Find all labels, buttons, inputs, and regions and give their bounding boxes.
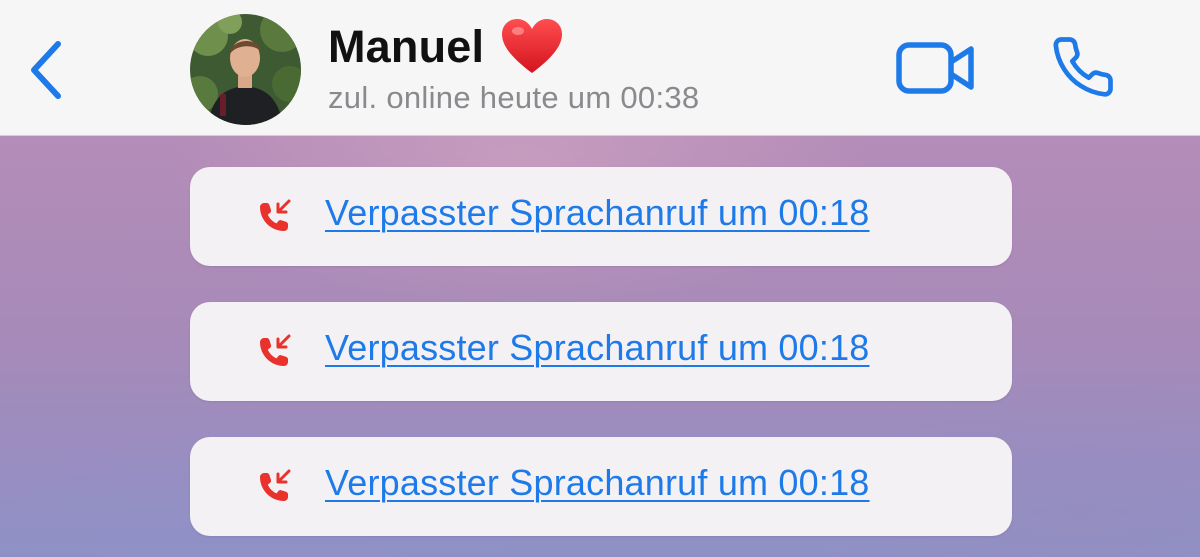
missed-call-icon bbox=[260, 469, 291, 501]
chat-header: Manuel zul. online heute um 00:38 bbox=[0, 0, 1200, 136]
voice-call-button[interactable] bbox=[1050, 34, 1116, 100]
video-call-button[interactable] bbox=[895, 40, 977, 96]
missed-call-text[interactable]: Verpasster Sprachanruf um 00:18 bbox=[325, 192, 870, 234]
chevron-left-icon bbox=[31, 41, 61, 99]
missed-call-icon bbox=[260, 334, 291, 366]
avatar[interactable] bbox=[190, 14, 301, 125]
heart-icon bbox=[500, 18, 564, 76]
contact-photo bbox=[190, 14, 301, 125]
missed-call-text[interactable]: Verpasster Sprachanruf um 00:18 bbox=[325, 462, 870, 504]
video-camera-icon bbox=[896, 42, 974, 94]
missed-call-text[interactable]: Verpasster Sprachanruf um 00:18 bbox=[325, 327, 870, 369]
phone-icon bbox=[1053, 37, 1113, 97]
contact-name[interactable]: Manuel bbox=[328, 18, 564, 76]
last-seen-status: zul. online heute um 00:38 bbox=[328, 80, 700, 115]
back-button[interactable] bbox=[24, 38, 68, 102]
missed-call-icon bbox=[260, 199, 291, 231]
contact-name-label: Manuel bbox=[328, 21, 485, 72]
chat-area[interactable]: Verpasster Sprachanruf um 00:18 Verpasst… bbox=[0, 136, 1200, 557]
